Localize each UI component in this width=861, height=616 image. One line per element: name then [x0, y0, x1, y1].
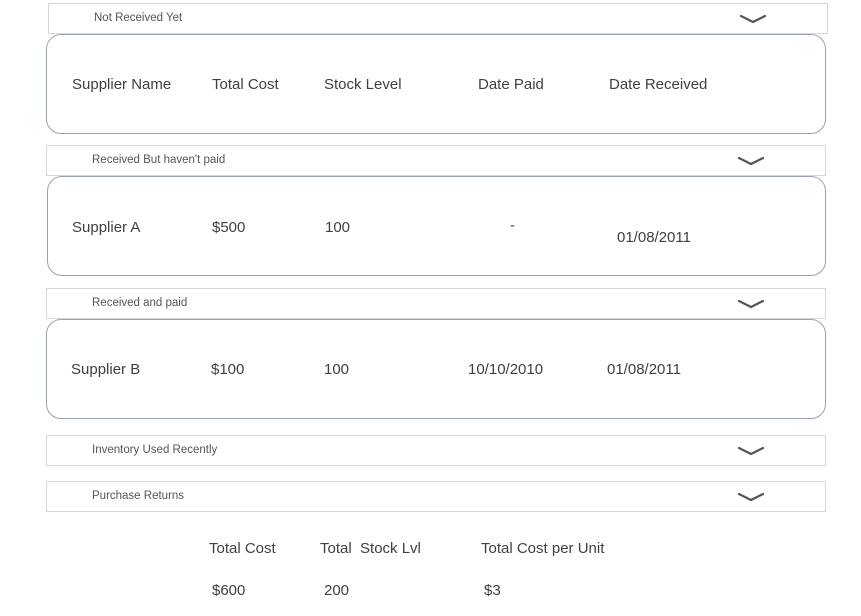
totals-value-total-stock: 200 — [324, 582, 350, 599]
date-received: 01/08/2011 — [607, 361, 681, 378]
section-label: Received But haven't paid — [92, 154, 226, 166]
date-paid: 10/10/2010 — [468, 361, 544, 378]
totals-value-cost-per-unit: $3 — [484, 582, 501, 599]
chevron-down-icon[interactable] — [737, 491, 765, 503]
totals-value-total-cost: $600 — [212, 582, 246, 599]
date-paid: - — [510, 217, 515, 234]
stock-level: 100 — [324, 361, 350, 378]
totals-header-total-cost: Total Cost — [209, 540, 276, 557]
column-header-supplier-name: Supplier Name — [72, 76, 172, 93]
section-label: Received and paid — [92, 297, 188, 309]
chevron-down-icon[interactable] — [737, 155, 765, 167]
stock-level: 100 — [325, 219, 351, 236]
total-cost: $100 — [211, 361, 245, 378]
column-header-card: Supplier Name Total Cost Stock Level Dat… — [46, 34, 826, 134]
column-header-date-paid: Date Paid — [478, 76, 544, 93]
section-label: Not Received Yet — [94, 12, 183, 24]
supplier-name: Supplier A — [72, 219, 141, 236]
section-not-received-header[interactable]: Not Received Yet — [48, 3, 828, 34]
section-label: Purchase Returns — [92, 490, 185, 502]
section-label: Inventory Used Recently — [92, 444, 218, 456]
date-received: 01/08/2011 — [617, 229, 691, 246]
supplier-a-row-card[interactable]: Supplier A $500 100 - 01/08/2011 — [47, 176, 826, 276]
section-received-not-paid-header[interactable]: Received But haven't paid — [46, 145, 826, 176]
supplier-b-row-card[interactable]: Supplier B $100 100 10/10/2010 01/08/201… — [46, 319, 826, 419]
column-header-date-received: Date Received — [609, 76, 708, 93]
section-inventory-used-header[interactable]: Inventory Used Recently — [46, 435, 826, 466]
totals-header-cost-per-unit: Total Cost per Unit — [481, 540, 605, 557]
chevron-down-icon[interactable] — [737, 298, 765, 310]
section-purchase-returns-header[interactable]: Purchase Returns — [46, 481, 826, 512]
column-header-stock-level: Stock Level — [324, 76, 402, 93]
totals-header-total-stock: Total Stock Lvl — [320, 540, 421, 557]
section-received-paid-header[interactable]: Received and paid — [46, 288, 826, 319]
total-cost: $500 — [212, 219, 246, 236]
chevron-down-icon[interactable] — [737, 445, 765, 457]
supplier-name: Supplier B — [71, 361, 141, 378]
chevron-down-icon[interactable] — [739, 13, 767, 25]
column-header-total-cost: Total Cost — [212, 76, 279, 93]
